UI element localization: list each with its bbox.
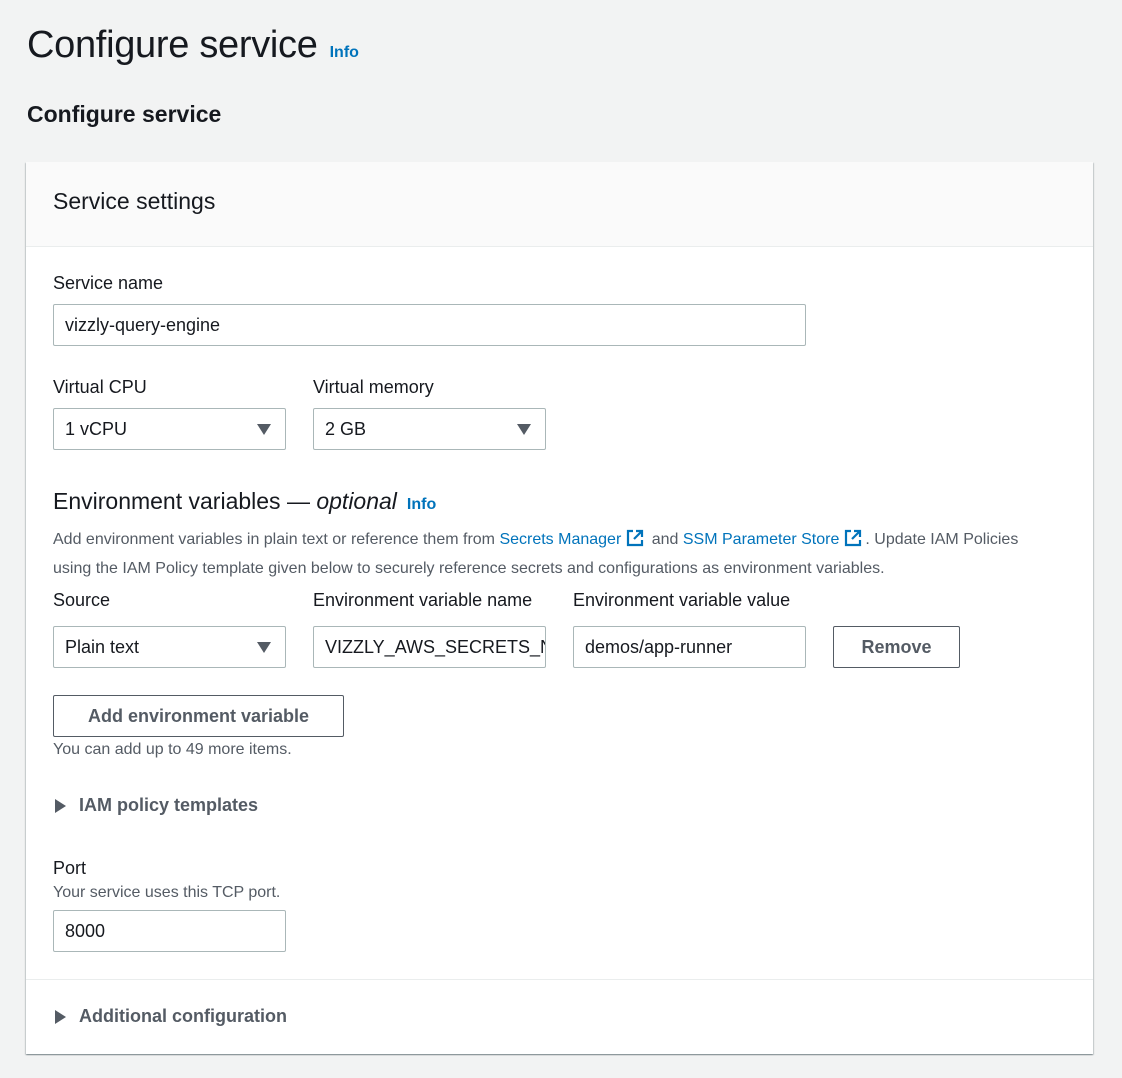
env-source-header: Source bbox=[53, 590, 111, 610]
service-name-input[interactable]: vizzly-query-engine bbox=[53, 304, 806, 346]
env-value-header: Environment variable value bbox=[573, 590, 791, 610]
vcpu-select-value: 1 vCPU bbox=[65, 419, 128, 439]
service-settings-panel: Service settings Service name vizzly-que… bbox=[26, 162, 1093, 1054]
env-value-input[interactable]: demos/app-runner bbox=[573, 626, 806, 668]
port-label: Port bbox=[53, 858, 87, 878]
divider bbox=[26, 979, 1093, 980]
page-title: Configure service bbox=[27, 24, 318, 66]
section-title: Configure service bbox=[27, 101, 222, 127]
external-link-icon bbox=[845, 529, 862, 547]
caret-down-icon bbox=[257, 424, 271, 435]
caret-down-icon bbox=[257, 642, 271, 653]
vcpu-label: Virtual CPU bbox=[53, 377, 147, 397]
caret-right-icon bbox=[55, 798, 66, 813]
memory-label: Virtual memory bbox=[313, 377, 434, 397]
port-input[interactable]: 8000 bbox=[53, 910, 286, 952]
env-title: Environment variables — optional bbox=[53, 488, 397, 514]
page-info-link[interactable]: Info bbox=[330, 44, 359, 62]
page-header: Configure service Info bbox=[27, 24, 359, 67]
iam-policy-templates-expander[interactable]: IAM policy templates bbox=[55, 795, 258, 816]
env-name-header: Environment variable name bbox=[313, 590, 533, 610]
env-info-link[interactable]: Info bbox=[407, 496, 436, 514]
env-source-value: Plain text bbox=[65, 637, 140, 657]
env-source-select[interactable]: Plain text bbox=[53, 626, 286, 668]
service-name-label: Service name bbox=[53, 273, 164, 293]
add-environment-variable-button[interactable]: Add environment variable bbox=[53, 695, 344, 737]
remove-button[interactable]: Remove bbox=[833, 626, 960, 668]
caret-right-icon bbox=[55, 1009, 66, 1024]
env-name-input[interactable]: VIZZLY_AWS_SECRETS_NAME bbox=[313, 626, 546, 668]
memory-select[interactable]: 2 GB bbox=[313, 408, 546, 450]
env-description: Add environment variables in plain text … bbox=[53, 525, 1053, 583]
panel-header: Service settings bbox=[26, 162, 1093, 247]
vcpu-select[interactable]: 1 vCPU bbox=[53, 408, 286, 450]
memory-select-value: 2 GB bbox=[325, 419, 367, 439]
caret-down-icon bbox=[517, 424, 531, 435]
env-limit-note: You can add up to 49 more items. bbox=[53, 741, 292, 758]
additional-configuration-expander[interactable]: Additional configuration bbox=[55, 1006, 287, 1027]
port-hint: Your service uses this TCP port. bbox=[53, 884, 281, 901]
external-link-icon bbox=[627, 529, 644, 547]
env-heading: Environment variables — optional Info bbox=[53, 488, 436, 515]
additional-configuration-label: Additional configuration bbox=[79, 1006, 287, 1026]
ssm-parameter-store-link[interactable]: SSM Parameter Store bbox=[683, 531, 840, 548]
secrets-manager-link[interactable]: Secrets Manager bbox=[499, 531, 621, 548]
iam-policy-templates-label: IAM policy templates bbox=[79, 795, 259, 815]
